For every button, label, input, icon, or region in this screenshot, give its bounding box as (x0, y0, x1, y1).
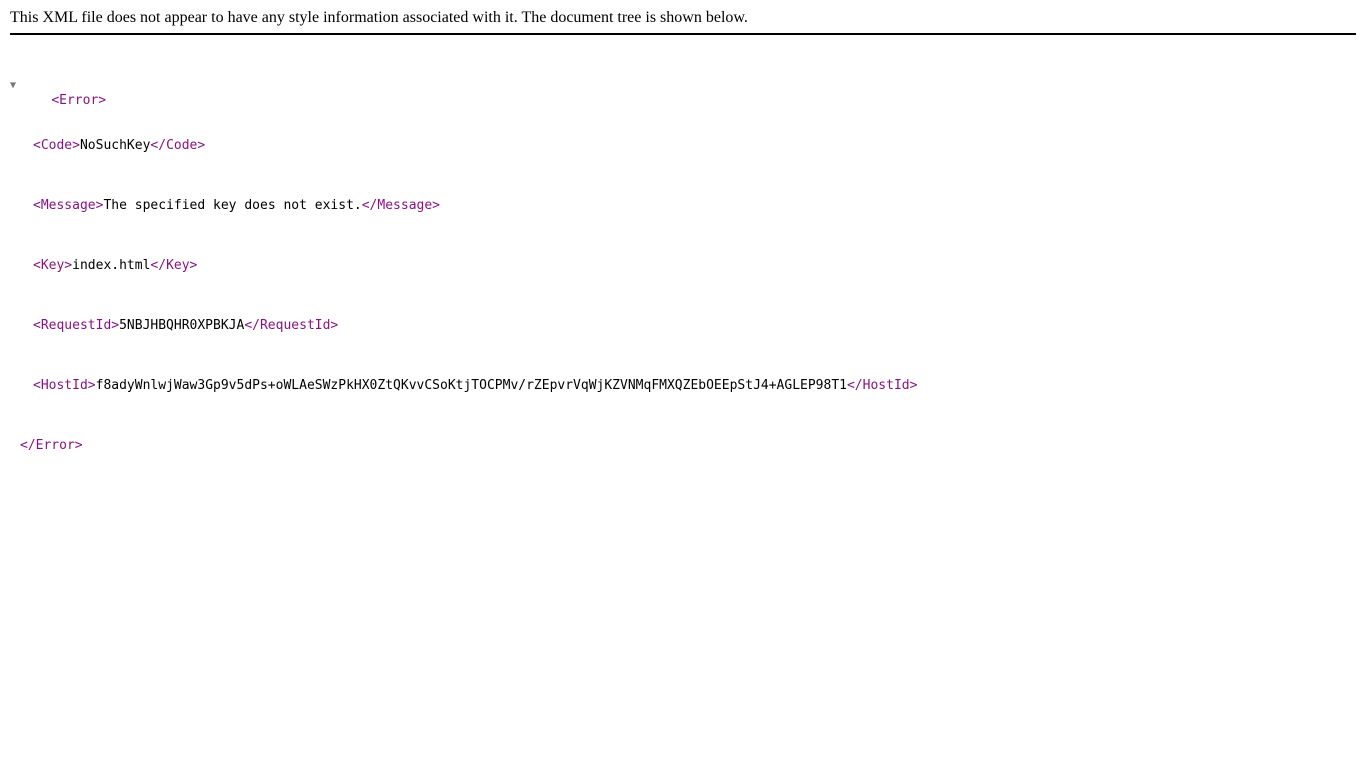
host-id-open-tag: <HostId> (33, 378, 96, 393)
code-element-line: <Code>NoSuchKey</Code> (10, 138, 917, 153)
key-value: index.html (72, 258, 151, 273)
error-open-tag: <Error> (51, 93, 107, 108)
host-id-close-tag: </HostId> (846, 378, 918, 393)
message-element-line: <Message>The specified key does not exis… (10, 198, 917, 213)
code-close-tag: </Code> (150, 138, 206, 153)
error-element-open-line: ▼ <Error> (10, 78, 917, 108)
error-close-tag: </Error> (20, 438, 83, 453)
header-divider (10, 33, 1356, 35)
key-element-line: <Key>index.html</Key> (10, 258, 917, 273)
collapse-toggle-icon[interactable]: ▼ (10, 78, 20, 93)
request-id-close-tag: </RequestId> (244, 318, 339, 333)
host-id-value: f8adyWnlwjWaw3Gp9v5dPs+oWLAeSWzPkHX0ZtQK… (95, 378, 847, 393)
request-id-open-tag: <RequestId> (33, 318, 120, 333)
message-close-tag: </Message> (361, 198, 441, 213)
key-close-tag: </Key> (150, 258, 198, 273)
xml-style-info-message: This XML file does not appear to have an… (10, 9, 748, 26)
host-id-element-line: <HostId>f8adyWnlwjWaw3Gp9v5dPs+oWLAeSWzP… (10, 378, 917, 393)
xml-document-tree: ▼ <Error> <Code>NoSuchKey</Code> <Message… (10, 48, 917, 468)
message-open-tag: <Message> (33, 198, 104, 213)
request-id-value: 5NBJHBQHR0XPBKJA (119, 318, 245, 333)
message-value: The specified key does not exist. (103, 198, 362, 213)
code-value: NoSuchKey (79, 138, 151, 153)
key-open-tag: <Key> (33, 258, 73, 273)
code-open-tag: <Code> (33, 138, 80, 153)
error-element-close-line: </Error> (10, 438, 917, 453)
request-id-element-line: <RequestId>5NBJHBQHR0XPBKJA</RequestId> (10, 318, 917, 333)
